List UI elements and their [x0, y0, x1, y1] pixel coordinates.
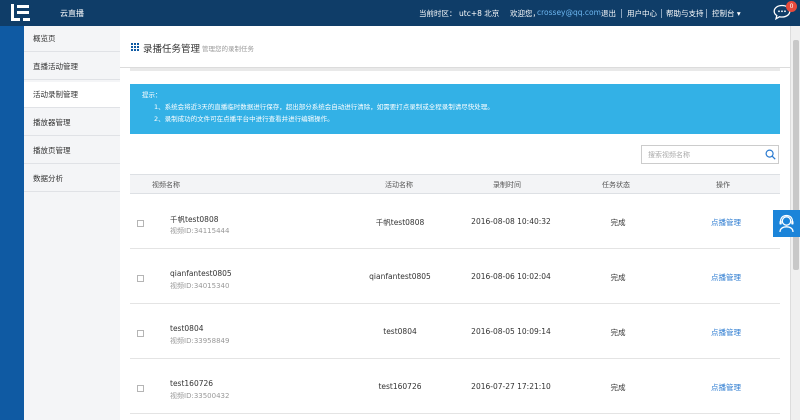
- sidebar-item-player[interactable]: 播放器管理: [24, 110, 120, 136]
- user-email[interactable]: crossey@qq.com: [537, 8, 601, 17]
- search-icon[interactable]: [765, 149, 776, 160]
- timezone-value[interactable]: utc+8 北京: [459, 8, 499, 19]
- sidebar-item-play-page[interactable]: 播放页管理: [24, 138, 120, 164]
- table-row: 千帆test0808 视频ID:34115444 千帆test0808 2016…: [130, 195, 780, 249]
- notice-line-1: 1、系统会将近3天的直播临时数据进行保存，超出部分系统会自动进行清除，如需要打点…: [154, 103, 494, 111]
- sidebar-item-recording[interactable]: 活动录制管理: [24, 82, 120, 108]
- divider: [661, 9, 662, 18]
- vod-manage-link[interactable]: 点播管理: [691, 272, 761, 283]
- divider: [621, 9, 622, 18]
- table-row: test0804 视频ID:33958849 test0804 2016-08-…: [130, 305, 780, 359]
- task-status: 完成: [610, 328, 626, 337]
- row-checkbox[interactable]: [137, 220, 144, 227]
- row-checkbox[interactable]: [137, 385, 144, 392]
- timezone-label: 当前时区：: [419, 9, 457, 18]
- record-time: 2016-08-08 10:40:32: [471, 217, 551, 226]
- column-header-status: 任务状态: [602, 181, 630, 189]
- record-time: 2016-08-06 10:02:04: [471, 272, 551, 281]
- column-header-video-name: 视频名称: [152, 181, 180, 189]
- video-name: test0804: [170, 324, 204, 333]
- table-row: qianfantest0805 视频ID:34015340 qianfantes…: [130, 250, 780, 304]
- column-header-activity: 活动名称: [385, 181, 413, 189]
- grid-icon: [131, 43, 139, 51]
- table-header: 视频名称 活动名称 录制时间 任务状态 操作: [130, 174, 780, 194]
- console-dropdown[interactable]: 控制台 ▾: [712, 8, 741, 19]
- top-bar: 云直播 当前时区： utc+8 北京 欢迎您， crossey@qq.com 退…: [0, 0, 800, 26]
- sidebar-item-analytics[interactable]: 数据分析: [24, 166, 120, 192]
- logo-area: 云直播: [0, 0, 120, 26]
- notice-panel: 提示： 1、系统会将近3天的直播临时数据进行保存，超出部分系统会自动进行清除，如…: [130, 84, 780, 134]
- row-checkbox[interactable]: [137, 330, 144, 337]
- column-header-action: 操作: [716, 181, 730, 189]
- video-id: 视频ID:33500432: [170, 392, 230, 400]
- sidebar-item-overview[interactable]: 概览页: [24, 26, 120, 52]
- header-divider: [130, 68, 780, 71]
- help-link[interactable]: 帮助与支持: [666, 8, 704, 19]
- sidebar-strip: [0, 26, 24, 420]
- user-center-link[interactable]: 用户中心: [627, 8, 657, 19]
- task-status: 完成: [610, 218, 626, 227]
- customer-service-button[interactable]: [773, 210, 800, 237]
- video-name: qianfantest0805: [170, 269, 232, 278]
- sidebar-menu: 概览页 直播活动管理 活动录制管理 播放器管理 播放页管理 数据分析: [24, 26, 120, 420]
- customer-service-icon: [779, 214, 794, 233]
- welcome-label: 欢迎您，: [510, 9, 540, 18]
- vod-manage-link[interactable]: 点播管理: [691, 382, 761, 393]
- divider: [706, 9, 707, 18]
- sidebar: 概览页 直播活动管理 活动录制管理 播放器管理 播放页管理 数据分析: [0, 26, 120, 420]
- app-name: 云直播: [60, 9, 84, 18]
- column-header-time: 录制时间: [493, 181, 521, 189]
- vod-manage-link[interactable]: 点播管理: [691, 217, 761, 228]
- row-checkbox[interactable]: [137, 275, 144, 282]
- search-box: [641, 145, 779, 164]
- logout-link[interactable]: 退出: [601, 8, 616, 19]
- vod-manage-link[interactable]: 点播管理: [691, 327, 761, 338]
- activity-name: test0804: [383, 327, 417, 336]
- video-id: 视频ID:34115444: [170, 227, 230, 235]
- notice-line-2: 2、录制成功的文件可在点播平台中进行查看并进行编辑操作。: [154, 115, 334, 123]
- page-title: 录播任务管理: [143, 44, 201, 55]
- video-name: test160726: [170, 379, 214, 388]
- search-input[interactable]: [642, 146, 760, 163]
- record-time: 2016-07-27 17:21:10: [471, 382, 551, 391]
- video-id: 视频ID:33958849: [170, 337, 230, 345]
- sidebar-item-live-activity[interactable]: 直播活动管理: [24, 54, 120, 80]
- video-name: 千帆test0808: [170, 215, 219, 224]
- letv-logo-icon[interactable]: [10, 3, 32, 23]
- video-id: 视频ID:34015340: [170, 282, 230, 290]
- activity-name: 千帆test0808: [375, 218, 425, 227]
- activity-name: qianfantest0805: [369, 272, 431, 281]
- record-time: 2016-08-05 10:09:14: [471, 327, 551, 336]
- table-row: test160726 视频ID:33500432 test160726 2016…: [130, 360, 780, 414]
- page-subtitle: 管理您的录制任务: [202, 45, 254, 53]
- page-header: 录播任务管理 管理您的录制任务: [120, 26, 790, 68]
- notification-badge: 0: [786, 1, 797, 12]
- task-status: 完成: [610, 383, 626, 392]
- task-status: 完成: [610, 273, 626, 282]
- notice-heading: 提示：: [142, 91, 162, 99]
- activity-name: test160726: [378, 382, 422, 391]
- main-content: 录播任务管理 管理您的录制任务 提示： 1、系统会将近3天的直播临时数据进行保存…: [120, 26, 790, 420]
